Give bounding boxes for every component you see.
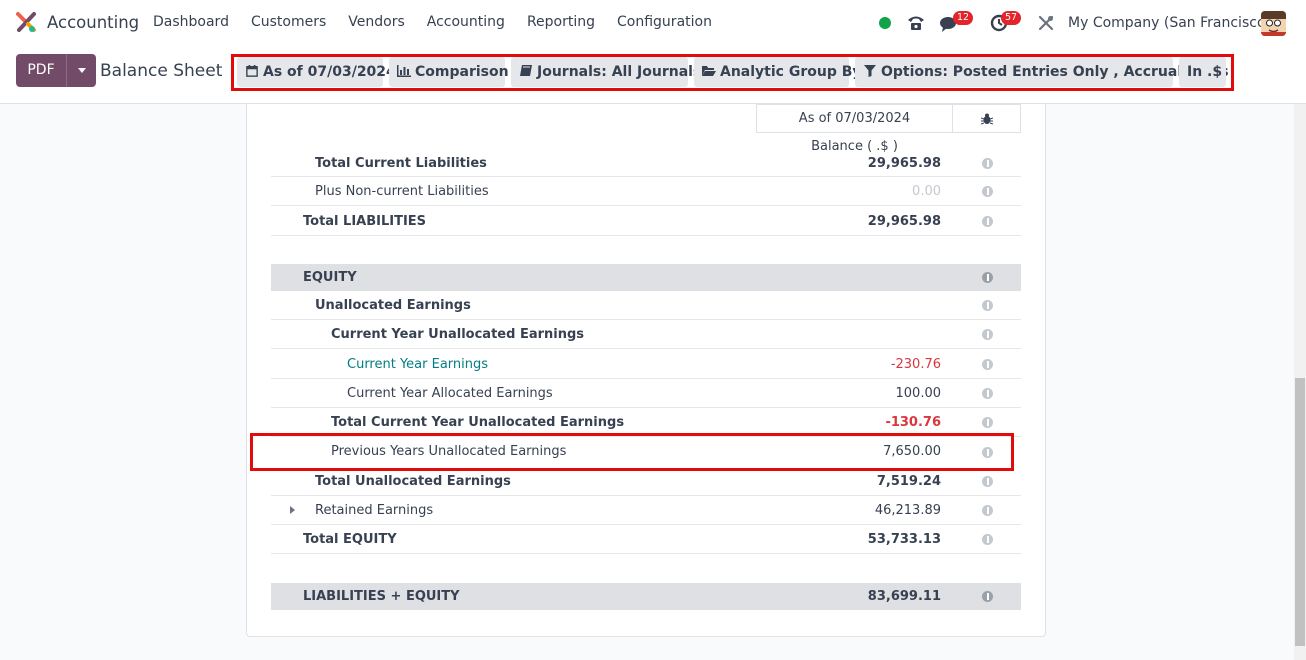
filter-currency[interactable]: In .$ xyxy=(1179,57,1226,87)
row-label-link[interactable]: Current Year Earnings xyxy=(347,357,488,372)
filter-options[interactable]: Options: Posted Entries Only , Accrual B… xyxy=(855,57,1229,87)
pdf-button[interactable]: PDF xyxy=(16,54,66,87)
expand-caret-icon[interactable] xyxy=(290,506,295,514)
menu-customers[interactable]: Customers xyxy=(251,14,326,30)
row-value: 7,519.24 xyxy=(876,474,941,489)
row-label: Unallocated Earnings xyxy=(315,298,471,313)
control-panel: PDF Balance Sheet As of 07/03/2024 Compa… xyxy=(0,46,1306,104)
filter-journals-label: Journals: All Journals xyxy=(537,64,702,80)
report-section-total[interactable]: LIABILITIES + EQUITY 83,699.11 xyxy=(271,583,1021,610)
row-label: EQUITY xyxy=(303,270,357,285)
bar-chart-icon xyxy=(397,65,411,77)
filter-options-label: Options: Posted Entries Only , Accrual B… xyxy=(881,64,1229,80)
filter-analytic-group[interactable]: Analytic Group By xyxy=(694,57,862,87)
main-menu: Dashboard Customers Vendors Accounting R… xyxy=(153,14,734,30)
filter-comparison[interactable]: Comparison xyxy=(389,57,509,87)
row-label: Total Current Liabilities xyxy=(315,156,487,171)
row-label: Plus Non-current Liabilities xyxy=(315,184,489,199)
info-icon[interactable] xyxy=(982,216,993,227)
row-value: 100.00 xyxy=(895,386,942,401)
accounting-app-icon[interactable] xyxy=(16,12,37,33)
book-icon xyxy=(520,65,532,76)
row-label: Total LIABILITIES xyxy=(303,214,427,229)
column-header-debug[interactable] xyxy=(952,104,1021,133)
row-value: 83,699.11 xyxy=(867,589,941,604)
filter-date-label: As of 07/03/2024 xyxy=(263,64,396,80)
info-icon[interactable] xyxy=(982,158,993,169)
info-icon[interactable] xyxy=(982,417,993,428)
pdf-button-group: PDF xyxy=(16,54,96,87)
filter-comparison-label: Comparison xyxy=(415,64,509,80)
pdf-dropdown-toggle[interactable] xyxy=(66,54,96,87)
report-row[interactable]: Current Year Allocated Earnings 100.00 xyxy=(271,379,1021,408)
menu-dashboard[interactable]: Dashboard xyxy=(153,14,229,30)
row-value: 29,965.98 xyxy=(867,156,941,171)
row-label: Retained Earnings xyxy=(315,503,434,518)
messages-badge: 12 xyxy=(953,11,974,25)
filter-date[interactable]: As of 07/03/2024 xyxy=(237,57,396,87)
page-title: Balance Sheet xyxy=(100,61,223,81)
scrollbar-thumb[interactable] xyxy=(1295,378,1305,646)
row-label: Total Current Year Unallocated Earnings xyxy=(331,415,625,430)
info-icon[interactable] xyxy=(982,272,993,283)
row-value: 29,965.98 xyxy=(867,214,941,229)
online-status-icon xyxy=(879,17,891,29)
info-icon[interactable] xyxy=(982,591,993,602)
folder-open-icon xyxy=(702,66,716,76)
row-value: -230.76 xyxy=(890,357,941,372)
debug-tools-icon[interactable] xyxy=(1037,14,1055,32)
row-label: Total EQUITY xyxy=(303,532,397,547)
menu-reporting[interactable]: Reporting xyxy=(527,14,595,30)
row-value: 0.00 xyxy=(912,184,941,199)
info-icon[interactable] xyxy=(982,388,993,399)
column-header-date: As of 07/03/2024 xyxy=(756,104,953,133)
info-icon[interactable] xyxy=(982,476,993,487)
filter-journals[interactable]: Journals: All Journals xyxy=(511,57,701,87)
info-icon[interactable] xyxy=(982,534,993,545)
row-value: 46,213.89 xyxy=(874,503,941,518)
report-section-header[interactable]: EQUITY xyxy=(271,264,1021,291)
app-name[interactable]: Accounting xyxy=(47,13,139,32)
info-icon[interactable] xyxy=(982,359,993,370)
report-row[interactable]: Current Year Unallocated Earnings xyxy=(271,320,1021,349)
row-value: 53,733.13 xyxy=(867,532,941,547)
info-icon[interactable] xyxy=(982,300,993,311)
phone-icon[interactable] xyxy=(906,13,926,33)
row-highlight-frame xyxy=(250,433,1014,471)
report-row[interactable]: Total EQUITY 53,733.13 xyxy=(271,525,1021,554)
row-label: Total Unallocated Earnings xyxy=(315,474,511,489)
activities-badge: 57 xyxy=(1001,11,1022,25)
report-row[interactable]: Plus Non-current Liabilities 0.00 xyxy=(271,177,1021,206)
report-row[interactable]: Unallocated Earnings xyxy=(271,291,1021,320)
report-row[interactable]: Total Current Liabilities 29,965.98 xyxy=(271,149,1021,177)
user-avatar[interactable] xyxy=(1261,11,1286,36)
bug-icon xyxy=(981,113,993,125)
filter-currency-label: In .$ xyxy=(1187,64,1223,80)
menu-vendors[interactable]: Vendors xyxy=(348,14,404,30)
top-navbar: Accounting Dashboard Customers Vendors A… xyxy=(0,0,1306,46)
menu-configuration[interactable]: Configuration xyxy=(617,14,712,30)
info-icon[interactable] xyxy=(982,329,993,340)
report-row[interactable]: Total LIABILITIES 29,965.98 xyxy=(271,207,1021,236)
company-switcher[interactable]: My Company (San Francisco) xyxy=(1068,15,1271,31)
report-row[interactable]: Retained Earnings 46,213.89 xyxy=(271,496,1021,525)
filter-funnel-icon xyxy=(864,65,876,77)
row-label: Current Year Allocated Earnings xyxy=(347,386,553,401)
info-icon[interactable] xyxy=(982,505,993,516)
row-label: Current Year Unallocated Earnings xyxy=(331,327,585,342)
filter-analytic-label: Analytic Group By xyxy=(720,64,862,80)
row-value: -130.76 xyxy=(885,415,941,430)
menu-accounting[interactable]: Accounting xyxy=(427,14,505,30)
row-label: LIABILITIES + EQUITY xyxy=(303,589,460,604)
info-icon[interactable] xyxy=(982,186,993,197)
calendar-icon xyxy=(246,65,258,77)
report-row[interactable]: Total Unallocated Earnings 7,519.24 xyxy=(271,467,1021,496)
user-avatar-icon xyxy=(1261,11,1286,36)
report-row[interactable]: Current Year Earnings -230.76 xyxy=(271,350,1021,379)
